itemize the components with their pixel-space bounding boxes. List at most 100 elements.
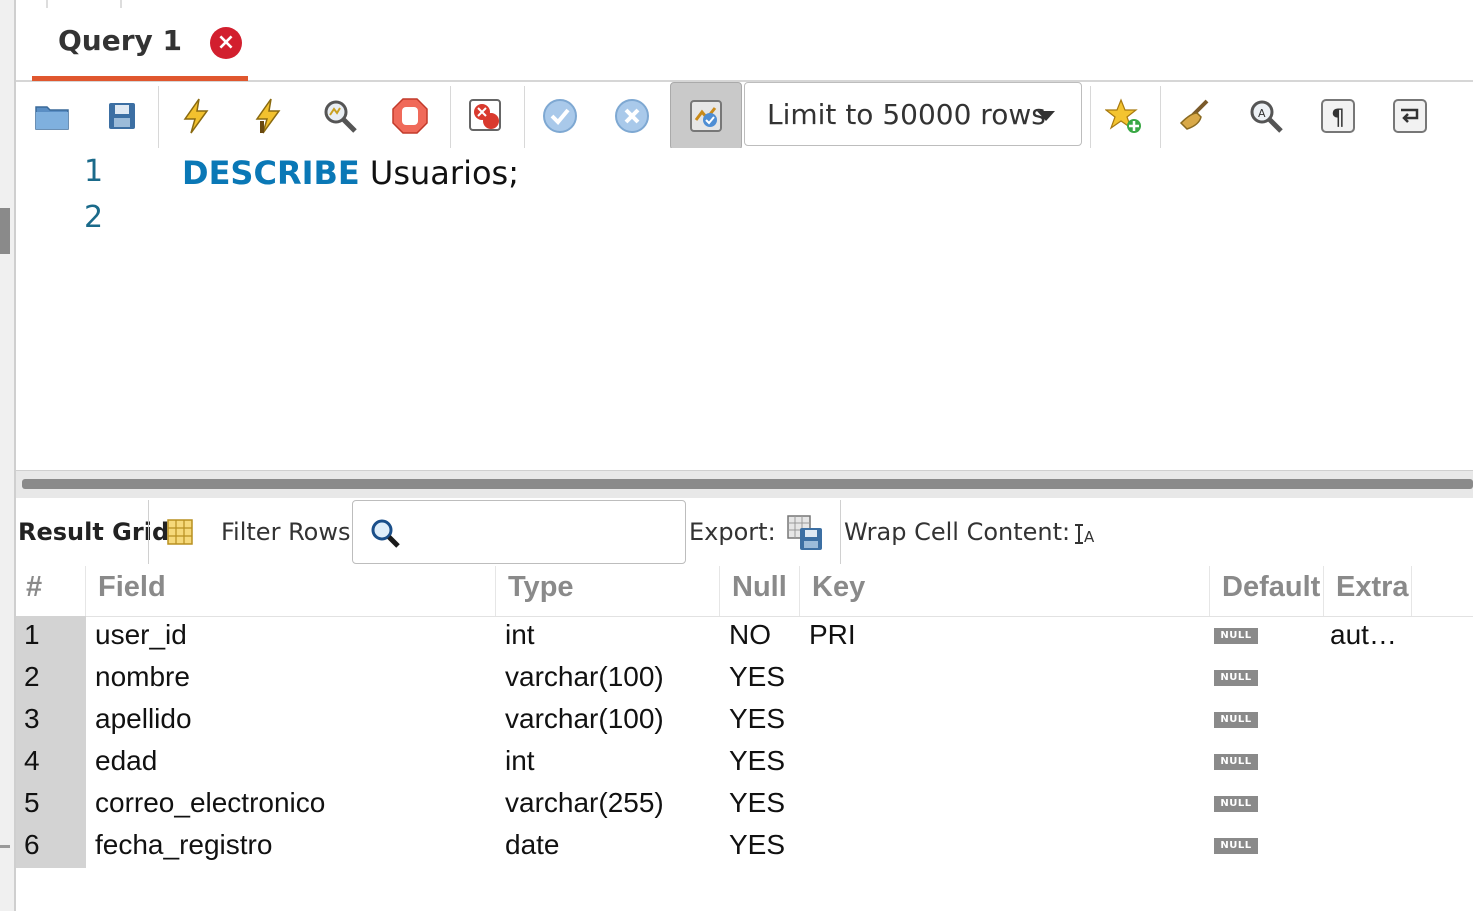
execute-current-icon[interactable]	[240, 88, 296, 144]
row-number[interactable]: 6	[16, 826, 86, 868]
save-icon[interactable]	[94, 88, 150, 144]
cell-null[interactable]: YES	[729, 742, 785, 784]
cell-key[interactable]: PRI	[809, 616, 856, 658]
query-toolbar: Limit to 50000 rows A ¶	[16, 82, 1473, 150]
cell-null[interactable]: YES	[729, 826, 785, 868]
result-grid-icon[interactable]	[166, 518, 194, 552]
cell-null[interactable]: YES	[729, 658, 785, 700]
cell-field[interactable]: user_id	[95, 616, 187, 658]
table-row[interactable]: 6 fecha_registro date YES NULL	[16, 826, 1473, 868]
autocommit-icon[interactable]	[670, 82, 742, 150]
wrap-cell-content-icon[interactable]: A	[1072, 522, 1098, 554]
find-icon[interactable]: A	[1238, 88, 1294, 144]
column-header-extra[interactable]: Extra	[1324, 566, 1412, 616]
table-row[interactable]: 3 apellido varchar(100) YES NULL	[16, 700, 1473, 742]
null-badge[interactable]: NULL	[1214, 838, 1258, 854]
cell-type[interactable]: int	[505, 616, 535, 658]
column-header-null[interactable]: Null	[720, 566, 800, 616]
table-row[interactable]: 4 edad int YES NULL	[16, 742, 1473, 784]
cell-field[interactable]: fecha_registro	[95, 826, 272, 868]
grid-header-row: # Field Type Null Key Default Extra	[16, 566, 1473, 617]
filter-rows-input[interactable]	[352, 500, 686, 564]
toolbar-separator	[148, 500, 149, 564]
horizontal-scrollbar[interactable]	[22, 479, 1473, 489]
sql-statement-rest: Usuarios;	[359, 154, 519, 192]
open-folder-icon[interactable]	[24, 88, 80, 144]
rollback-icon[interactable]	[604, 88, 660, 144]
beautify-icon[interactable]	[1168, 88, 1224, 144]
null-badge[interactable]: NULL	[1214, 670, 1258, 686]
svg-text:A: A	[1258, 107, 1266, 120]
row-number[interactable]: 1	[16, 616, 86, 658]
cell-null[interactable]: NO	[729, 616, 771, 658]
cell-null[interactable]: YES	[729, 700, 785, 742]
limit-rows-dropdown[interactable]: Limit to 50000 rows	[744, 82, 1082, 146]
cell-field[interactable]: nombre	[95, 658, 190, 700]
export-label: Export:	[689, 518, 776, 546]
cell-extra[interactable]: aut…	[1330, 616, 1397, 658]
row-number[interactable]: 5	[16, 784, 86, 826]
column-header-default[interactable]: Default	[1210, 566, 1324, 616]
cell-field[interactable]: edad	[95, 742, 157, 784]
cell-type[interactable]: varchar(100)	[505, 658, 664, 700]
commit-icon[interactable]	[532, 88, 588, 144]
cell-type[interactable]: varchar(255)	[505, 784, 664, 826]
left-panel-edge	[0, 0, 16, 911]
close-tab-icon[interactable]: ×	[210, 27, 242, 59]
cell-type[interactable]: varchar(100)	[505, 700, 664, 742]
line-number: 1	[84, 154, 104, 189]
execute-icon[interactable]	[168, 88, 224, 144]
cell-null[interactable]: YES	[729, 784, 785, 826]
cell-type[interactable]: date	[505, 826, 560, 868]
table-row[interactable]: 5 correo_electronico varchar(255) YES NU…	[16, 784, 1473, 826]
editor-results-splitter[interactable]	[16, 470, 1473, 500]
column-header-num[interactable]: #	[16, 566, 86, 616]
wrap-cell-content-label: Wrap Cell Content:	[844, 518, 1071, 546]
toolbar-separator	[840, 500, 841, 564]
svg-text:A: A	[1084, 528, 1095, 546]
row-number[interactable]: 4	[16, 742, 86, 784]
result-grid[interactable]: # Field Type Null Key Default Extra 1 us…	[16, 566, 1473, 911]
row-number[interactable]: 3	[16, 700, 86, 742]
stop-icon[interactable]	[382, 88, 438, 144]
cell-field[interactable]: correo_electronico	[95, 784, 325, 826]
null-badge[interactable]: NULL	[1214, 712, 1258, 728]
left-scroll-knob[interactable]	[0, 208, 10, 254]
export-icon[interactable]	[786, 514, 824, 558]
toggle-error-icon[interactable]	[458, 88, 514, 144]
invisible-chars-icon[interactable]: ¶	[1310, 88, 1366, 144]
sql-editor[interactable]: 1 2 DESCRIBE Usuarios;	[16, 148, 1473, 470]
toolbar-separator	[1090, 86, 1091, 148]
filter-rows-label: Filter Rows:	[221, 518, 359, 546]
tab-title: Query 1	[58, 24, 183, 57]
cell-type[interactable]: int	[505, 742, 535, 784]
tab-bar: Query 1 ×	[16, 0, 1473, 82]
null-badge[interactable]: NULL	[1214, 754, 1258, 770]
svg-text:¶: ¶	[1331, 106, 1345, 131]
active-tab-indicator	[32, 76, 248, 81]
limit-rows-label: Limit to 50000 rows	[767, 97, 1046, 131]
table-row[interactable]: 2 nombre varchar(100) YES NULL	[16, 658, 1473, 700]
snippet-star-icon[interactable]	[1096, 88, 1152, 144]
sql-statement[interactable]: DESCRIBE Usuarios;	[182, 154, 519, 192]
table-row[interactable]: 1 user_id int NO PRI NULL aut…	[16, 616, 1473, 658]
row-number[interactable]: 2	[16, 658, 86, 700]
toolbar-separator	[524, 86, 525, 148]
null-badge[interactable]: NULL	[1214, 628, 1258, 644]
left-edge-mark	[0, 845, 10, 848]
result-grid-tab[interactable]: Result Grid	[18, 518, 169, 546]
sql-keyword: DESCRIBE	[182, 154, 360, 192]
tab-query-1[interactable]: Query 1 ×	[32, 0, 248, 81]
toolbar-separator	[158, 86, 159, 148]
cell-field[interactable]: apellido	[95, 700, 192, 742]
toolbar-separator	[1160, 86, 1161, 148]
null-badge[interactable]: NULL	[1214, 796, 1258, 812]
search-icon	[369, 517, 401, 555]
chevron-down-icon	[1037, 111, 1055, 121]
column-header-field[interactable]: Field	[86, 566, 496, 616]
column-header-type[interactable]: Type	[496, 566, 720, 616]
column-header-key[interactable]: Key	[800, 566, 1210, 616]
explain-icon[interactable]	[312, 88, 368, 144]
wrap-lines-icon[interactable]	[1382, 88, 1438, 144]
line-number: 2	[84, 200, 104, 235]
